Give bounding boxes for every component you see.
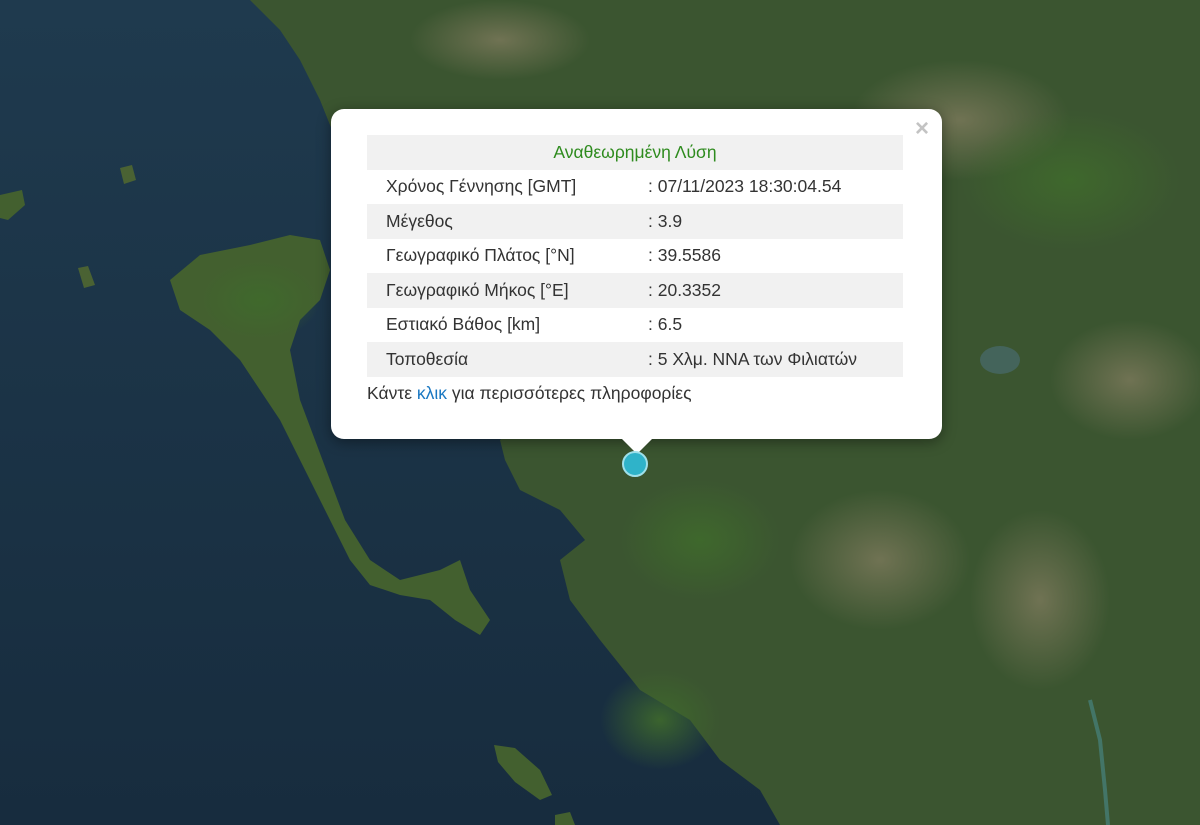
magnitude-value: : 3.9 (648, 204, 903, 239)
latitude-value: : 39.5586 (648, 245, 721, 266)
earthquake-info-popup: × Αναθεωρημένη Λύση Χρόνος Γέννησης [GMT… (331, 109, 942, 439)
origin-time-label: Χρόνος Γέννησης [GMT] (386, 176, 577, 197)
terrain-patch (200, 260, 320, 340)
location-label: Τοποθεσία (367, 342, 648, 377)
terrain-patch (620, 480, 780, 600)
origin-time-value: : 07/11/2023 18:30:04.54 (648, 176, 842, 197)
terrain-patch (980, 346, 1020, 374)
depth-label: Εστιακό Βάθος [km] (386, 314, 541, 335)
magnitude-label: Μέγεθος (367, 204, 648, 239)
terrain-patch (970, 510, 1110, 690)
more-info-line: Κάντε κλικ για περισσότερες πληροφορίες (367, 377, 903, 412)
longitude-value: : 20.3352 (648, 273, 903, 308)
earthquake-epicenter-marker[interactable] (622, 451, 648, 477)
terrain-patch (410, 0, 590, 80)
more-info-suffix: για περισσότερες πληροφορίες (447, 383, 692, 404)
longitude-label: Γεωγραφικό Μήκος [°E] (367, 273, 648, 308)
location-value: : 5 Χλμ. ΝΝΑ των Φιλιατών (648, 342, 903, 377)
latitude-label: Γεωγραφικό Πλάτος [°N] (386, 245, 575, 266)
terrain-patch (790, 490, 970, 630)
earthquake-details-table: Αναθεωρημένη Λύση Χρόνος Γέννησης [GMT] … (367, 135, 903, 411)
depth-value: : 6.5 (648, 314, 683, 335)
popup-header: Αναθεωρημένη Λύση (367, 135, 903, 170)
more-info-link[interactable]: κλικ (417, 383, 447, 403)
close-icon[interactable]: × (912, 117, 932, 141)
terrain-patch (600, 670, 720, 770)
more-info-prefix: Κάντε (367, 383, 417, 404)
terrain-patch (960, 110, 1180, 250)
